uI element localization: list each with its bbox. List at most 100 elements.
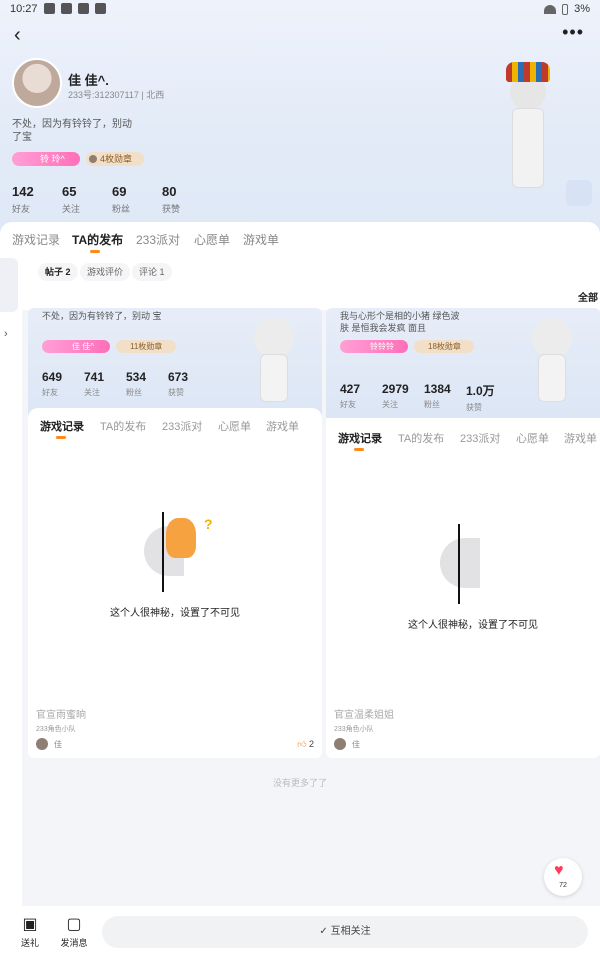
card-stats: 649 好友 741 关注 534 粉丝 673 获赞 xyxy=(42,370,210,398)
gift-icon: ▣ xyxy=(22,916,38,933)
chat-icon: ▢ xyxy=(66,916,82,933)
subtab-posts[interactable]: 帖子 2 xyxy=(38,263,78,281)
peek-placeholder-icon xyxy=(440,524,520,604)
post-card[interactable]: 我与心形个是相的小猪 绿色波肤 是恒我会发疯 面且 铃铃铃 18枚勋章 427 好… xyxy=(326,308,600,758)
subtab-comments[interactable]: 评论 1 xyxy=(132,263,172,281)
card-name-badge: 铃铃铃 xyxy=(340,340,408,353)
card-medal-badge: 18枚勋章 xyxy=(414,340,474,353)
card-tab-indicator xyxy=(354,448,364,451)
chevron-right-icon[interactable]: › xyxy=(4,328,8,340)
post-subtitle: 233角色小队 xyxy=(36,726,76,733)
tab-posts[interactable]: TA的发布 xyxy=(72,231,123,248)
card-tab: 游戏记录 xyxy=(40,421,84,433)
medal-count-badge[interactable]: 4枚勋章 xyxy=(86,152,144,166)
card-stat-label: 获赞 xyxy=(168,388,184,397)
message-label: 发消息 xyxy=(60,938,88,948)
subtab-reviews[interactable]: 游戏评价 xyxy=(80,263,131,281)
card-stat-value: 649 xyxy=(42,370,63,384)
floating-like-button[interactable]: ♥ 72 xyxy=(544,858,582,896)
stat-value: 69 xyxy=(112,184,127,199)
card-stat-label: 好友 xyxy=(42,388,58,397)
gift-button[interactable]: ▣ 送礼 xyxy=(10,914,50,949)
side-handle[interactable] xyxy=(0,258,18,312)
tab-game-list[interactable]: 游戏单 xyxy=(243,231,279,248)
post-author: 佳 xyxy=(334,738,360,750)
avatar[interactable] xyxy=(12,58,62,108)
back-icon[interactable]: ‹ xyxy=(14,24,21,47)
tab-indicator xyxy=(90,250,100,253)
like-count: 72 xyxy=(559,882,567,889)
status-right: 3% xyxy=(544,3,590,15)
card-stat-value: 2979 xyxy=(382,382,409,396)
like-button[interactable]: 👍︎ 2 xyxy=(297,739,314,750)
card-stat-value: 1384 xyxy=(424,382,451,396)
card-tabs: 游戏记录 TA的发布 233派对 心愿单 游戏单 xyxy=(326,420,600,454)
wifi-icon xyxy=(544,4,557,14)
stat-label: 获赞 xyxy=(162,204,181,214)
card-stat-label: 获赞 xyxy=(466,403,482,412)
post-card[interactable]: 不处，因为有铃铃了，别动 宝 佳 佳^ 11枚勋章 649 好友 741 关注 53… xyxy=(28,308,322,758)
thumbs-up-icon: 👍︎ xyxy=(297,739,307,749)
card-stat-value: 427 xyxy=(340,382,361,396)
author-name: 佳 xyxy=(54,739,62,749)
stat-value: 65 xyxy=(62,184,77,199)
card-name-badge: 佳 佳^ xyxy=(42,340,110,353)
stat-likes[interactable]: 80 获赞 xyxy=(162,184,212,215)
card-stats: 427 好友 2979 关注 1384 粉丝 1.0万 获赞 xyxy=(340,382,508,413)
status-notification-icons xyxy=(44,3,106,14)
author-avatar xyxy=(334,738,346,750)
like-count: 2 xyxy=(308,739,314,749)
left-panel xyxy=(0,260,22,960)
post-author: 佳 xyxy=(36,738,62,750)
card-header: 我与心形个是相的小猪 绿色波肤 是恒我会发疯 面且 铃铃铃 18枚勋章 427 好… xyxy=(326,308,600,418)
card-tab: 心愿单 xyxy=(516,433,549,445)
post-title: 官宣温柔姐姐 xyxy=(334,710,394,721)
card-stat-label: 粉丝 xyxy=(126,388,142,397)
stat-label: 粉丝 xyxy=(112,204,131,214)
empty-hint: 这个人很神秘，设置了不可见 xyxy=(408,620,538,631)
mutual-follow-button[interactable]: ✓ 互相关注 xyxy=(102,916,588,948)
message-button[interactable]: ▢ 发消息 xyxy=(54,914,94,949)
tab-party[interactable]: 233派对 xyxy=(136,231,180,248)
filter-all[interactable]: 全部 xyxy=(578,289,598,304)
stat-label: 关注 xyxy=(62,204,81,214)
profile-name: 佳 佳^. xyxy=(68,73,109,88)
list-end-text: 没有更多了了 xyxy=(272,778,327,788)
status-time: 10:27 xyxy=(10,3,38,15)
stat-value: 142 xyxy=(12,184,34,199)
name-badge[interactable]: 铃 玲^ xyxy=(12,152,80,166)
main-tabs: 游戏记录 TA的发布 233派对 心愿单 游戏单 xyxy=(0,222,600,260)
card-tab: 游戏记录 xyxy=(338,433,382,445)
card-tabs: 游戏记录 TA的发布 233派对 心愿单 游戏单 xyxy=(28,408,322,442)
card-tab: 游戏单 xyxy=(266,421,299,433)
profile-id[interactable]: 233号:312307117 | 北西 xyxy=(68,88,164,101)
card-character xyxy=(522,308,582,408)
heart-icon: ♥ xyxy=(554,862,564,879)
post-subtitle: 233角色小队 xyxy=(334,726,374,733)
avatar-character xyxy=(492,56,562,206)
status-bar: 10:27 3% xyxy=(0,0,600,18)
card-tab-indicator xyxy=(56,436,66,439)
card-stat-value: 534 xyxy=(126,370,147,384)
stat-label: 好友 xyxy=(12,204,31,214)
card-tab: 游戏单 xyxy=(564,433,597,445)
stat-following[interactable]: 65 关注 xyxy=(62,184,112,215)
stat-friends[interactable]: 142 好友 xyxy=(12,184,62,215)
card-stat-value: 1.0万 xyxy=(466,384,495,398)
card-tab: TA的发布 xyxy=(100,421,147,433)
author-avatar xyxy=(36,738,48,750)
tab-game-records[interactable]: 游戏记录 xyxy=(12,231,60,248)
card-stat-label: 好友 xyxy=(340,400,356,409)
card-character xyxy=(244,308,304,408)
profile-stats: 142 好友 65 关注 69 粉丝 80 获赞 xyxy=(12,184,212,215)
stat-value: 80 xyxy=(162,184,177,199)
battery-level: 3% xyxy=(574,3,590,15)
author-name: 佳 xyxy=(352,739,360,749)
tab-wishlist[interactable]: 心愿单 xyxy=(194,231,230,248)
card-tab: TA的发布 xyxy=(398,433,445,445)
peek-character-icon: ? xyxy=(144,512,224,592)
card-stat-label: 关注 xyxy=(84,388,100,397)
stat-followers[interactable]: 69 粉丝 xyxy=(112,184,162,215)
card-medal-badge: 11枚勋章 xyxy=(116,340,176,353)
more-icon[interactable]: ••• xyxy=(562,22,584,43)
